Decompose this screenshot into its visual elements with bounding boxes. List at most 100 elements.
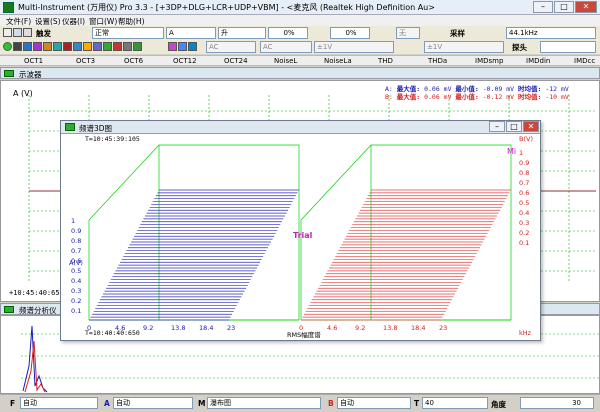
scope-panel-header[interactable]: 示波器 xyxy=(0,67,600,79)
bottom-control-bar: F 自动 A 自动 M 瀑布图 B 自动 T 40 角度 30 xyxy=(0,394,600,412)
recorder-icon[interactable] xyxy=(63,42,72,51)
coupling-select[interactable]: 无 xyxy=(396,27,420,39)
lcr-icon[interactable] xyxy=(83,42,92,51)
tab-oct3[interactable]: OCT3 xyxy=(76,57,95,65)
spectrum-icon[interactable] xyxy=(33,42,42,51)
probe-icon[interactable] xyxy=(103,42,112,51)
tab-oct12[interactable]: OCT12 xyxy=(173,57,197,65)
tab-thd[interactable]: THD xyxy=(378,57,393,65)
channel-a-scale-select[interactable]: 自动 xyxy=(113,397,193,409)
analysis-tabs: OCT1 OCT3 OCT6 OCT12 OCT24 NoiseL NoiseL… xyxy=(0,55,600,66)
pretrigger-input[interactable]: 0% xyxy=(330,27,370,39)
xtick-a-label: 23 xyxy=(227,324,235,332)
ytick-b-label: 0.6 xyxy=(519,189,529,197)
a-label: A xyxy=(104,399,110,408)
spectrum-3d-window[interactable]: 频谱3D图 – □ ✕ 1 0.9 0.8 0.7 0.6 0.5 0.4 0.3 0.2 0.1… xyxy=(60,120,541,341)
dialog-minimize-button[interactable]: – xyxy=(489,121,505,132)
tab-oct1[interactable]: OCT1 xyxy=(24,57,43,65)
m-label: M xyxy=(198,399,206,408)
grid-depth-edge xyxy=(300,144,372,221)
channel-b-scale-select[interactable]: 自动 xyxy=(337,397,411,409)
range-a-select[interactable]: ±1V xyxy=(314,41,394,53)
multimeter-icon[interactable] xyxy=(43,42,52,51)
ytick-a-label: 0.9 xyxy=(71,227,81,235)
title-bar: Multi-Instrument (万用仪) Pro 3.3 - [+3DP+D… xyxy=(0,0,600,15)
time-bottom-label: T=10:40:40:650 xyxy=(85,329,140,337)
xtick-b-label: 13.8 xyxy=(383,324,397,332)
tab-imddin[interactable]: IMDdin xyxy=(526,57,550,65)
generator-icon[interactable] xyxy=(53,42,62,51)
xtick-b-label: 23 xyxy=(439,324,447,332)
stop-icon[interactable] xyxy=(13,42,22,51)
maximize-button[interactable]: □ xyxy=(554,1,574,13)
range-b-select[interactable]: ±1V xyxy=(424,41,504,53)
toolbar-trigger: 触发 正常 A 升 0% 0% 无 采样 44.1kHz xyxy=(0,26,600,40)
oscilloscope-icon[interactable] xyxy=(23,42,32,51)
ytick-a-label: 0.2 xyxy=(71,297,81,305)
yaxis-b-label: B(V) xyxy=(519,135,533,143)
save-icon[interactable] xyxy=(13,28,22,37)
trigger-level-input[interactable]: 0% xyxy=(268,27,308,39)
channel-b-marker: Mi xyxy=(507,147,517,156)
new-icon[interactable] xyxy=(3,28,12,37)
dds-icon[interactable] xyxy=(73,42,82,51)
trigger-channel-select[interactable]: A xyxy=(166,27,216,39)
tab-imdcc[interactable]: IMDcc xyxy=(574,57,595,65)
ytick-a-label: 0.8 xyxy=(71,237,81,245)
phase-icon[interactable] xyxy=(113,42,122,51)
tab-noisela[interactable]: NoiseLa xyxy=(324,57,352,65)
spectrum-panel-icon xyxy=(4,306,14,313)
play-icon[interactable] xyxy=(188,42,197,51)
settings-icon[interactable] xyxy=(133,42,142,51)
trigger-edge-select[interactable]: 升 xyxy=(218,27,266,39)
f-label: F xyxy=(10,399,16,408)
trigger-mode-select[interactable]: 正常 xyxy=(92,27,164,39)
probe-label: 探头 xyxy=(512,43,527,52)
ytick-a-label: 0.1 xyxy=(71,307,81,315)
coupling-a-select[interactable]: AC xyxy=(206,41,256,53)
angle-input[interactable]: 30 xyxy=(520,397,594,409)
ytick-b-label: 0.1 xyxy=(519,239,529,247)
ytick-a-label: 0.5 xyxy=(71,267,81,275)
sample-rate-select[interactable]: 44.1kHz xyxy=(506,27,596,39)
dialog-close-button[interactable]: ✕ xyxy=(523,121,539,132)
probe-select[interactable] xyxy=(540,41,596,53)
scope-yaxis-label: A (V) xyxy=(13,89,33,98)
trigger-label: 触发 xyxy=(36,29,51,38)
dso-icon[interactable] xyxy=(93,42,102,51)
mic-icon[interactable] xyxy=(178,42,187,51)
run-icon[interactable] xyxy=(3,42,12,51)
window-icon xyxy=(65,123,75,131)
yaxis-a-label: A(V) xyxy=(69,259,83,267)
ytick-a-label: 1 xyxy=(71,217,75,225)
b-label: B xyxy=(328,399,334,408)
tab-noisel[interactable]: NoiseL xyxy=(274,57,297,65)
spectrum-3d-title: 频谱3D图 xyxy=(79,124,113,133)
dialog-maximize-button[interactable]: □ xyxy=(506,121,522,132)
ytick-a-label: 0.4 xyxy=(71,277,81,285)
frequency-scale-select[interactable]: 自动 xyxy=(20,397,98,409)
xtick-a-label: 9.2 xyxy=(143,324,153,332)
speaker-icon[interactable] xyxy=(168,42,177,51)
menu-bar: 文件(F) 设置(S) 仪器(I) 窗口(W) 帮助(H) xyxy=(0,15,600,26)
xtick-a-label: 13.8 xyxy=(171,324,185,332)
tab-oct24[interactable]: OCT24 xyxy=(224,57,248,65)
ytick-b-label: 0.5 xyxy=(519,199,529,207)
app-icon xyxy=(3,2,14,13)
tab-oct6[interactable]: OCT6 xyxy=(124,57,143,65)
zoom-icon[interactable] xyxy=(123,42,132,51)
tab-imdsmp[interactable]: IMDsmp xyxy=(475,57,503,65)
minimize-button[interactable]: – xyxy=(533,1,553,13)
display-mode-select[interactable]: 瀑布图 xyxy=(207,397,321,409)
time-count-select[interactable]: 40 xyxy=(422,397,488,409)
channel-b-stats: B: 最大值: 0.06 mV 最小值: -0.12 mV 时均值: -10 m… xyxy=(385,93,569,101)
spectrum-3d-titlebar[interactable]: 频谱3D图 – □ ✕ xyxy=(61,121,540,134)
ytick-a-label: 0.3 xyxy=(71,287,81,295)
close-button[interactable]: ✕ xyxy=(575,1,597,13)
xtick-b-label: 9.2 xyxy=(355,324,365,332)
toolbar-channels: AC AC ±1V ±1V 探头 xyxy=(0,40,600,54)
print-icon[interactable] xyxy=(23,28,32,37)
tab-thda[interactable]: THDa xyxy=(428,57,447,65)
coupling-b-select[interactable]: AC xyxy=(260,41,312,53)
window-title: Multi-Instrument (万用仪) Pro 3.3 - [+3DP+D… xyxy=(18,3,435,12)
